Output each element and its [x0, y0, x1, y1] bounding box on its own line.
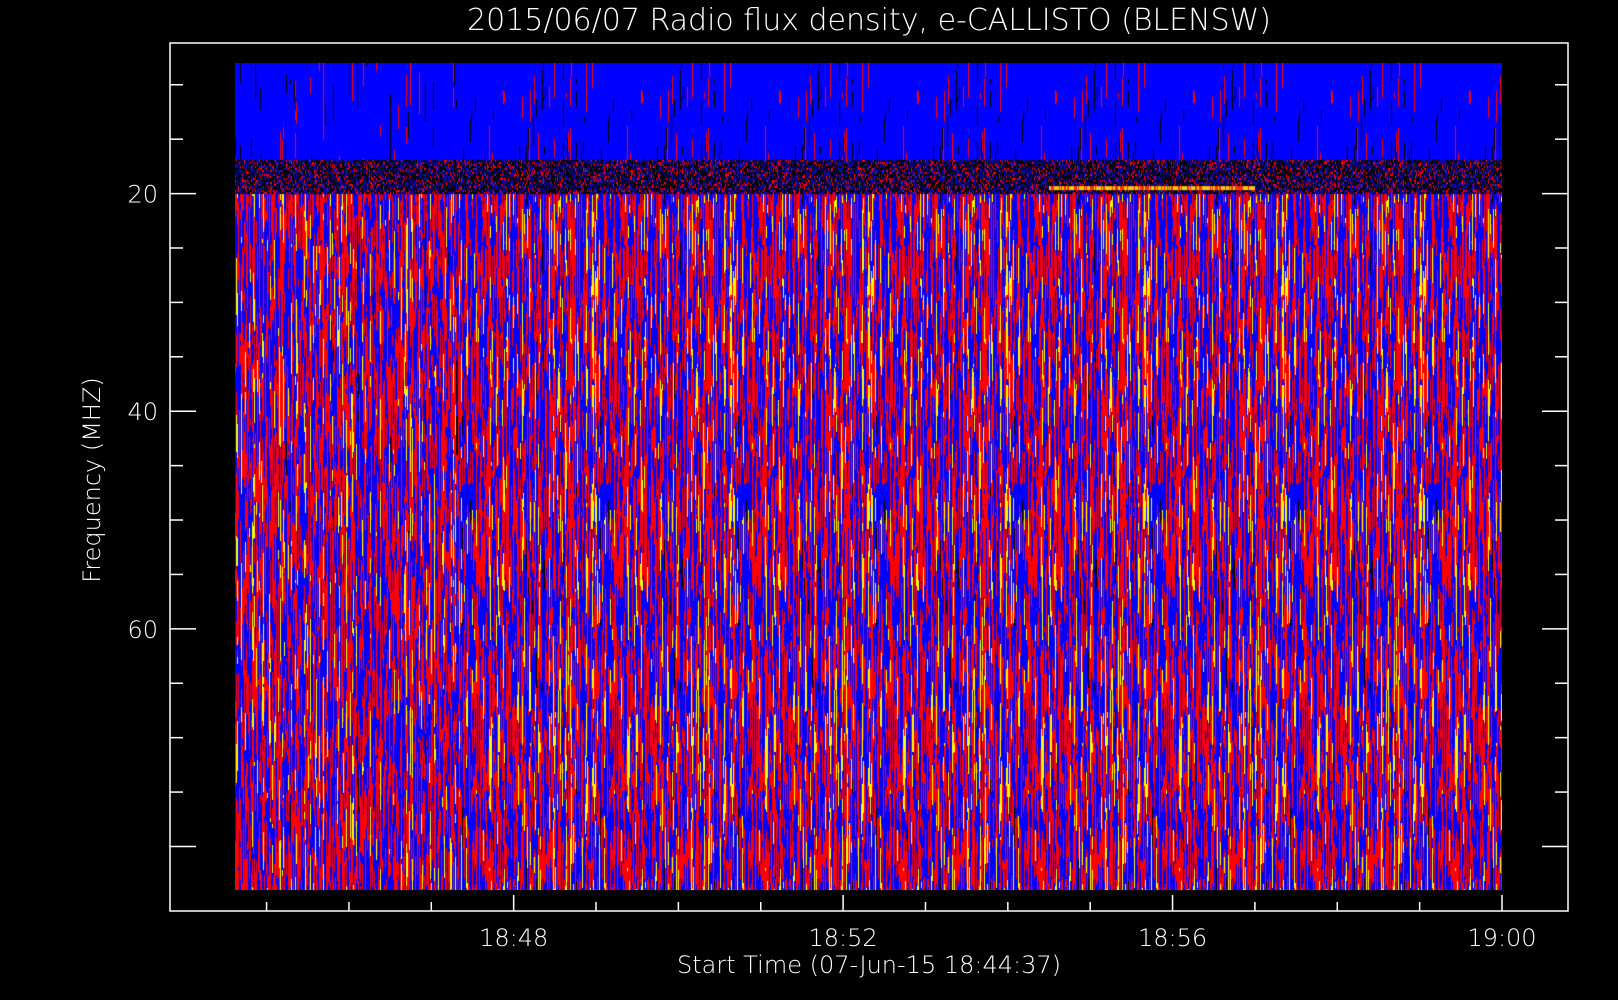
- chart-title: 2015/06/07 Radio flux density, e-CALLIST…: [467, 3, 1271, 38]
- spectrogram-chart: 2015/06/07 Radio flux density, e-CALLIST…: [0, 0, 1618, 1000]
- y-tick-label: 20: [127, 181, 158, 209]
- x-tick-label: 18:52: [809, 924, 878, 952]
- spectrogram-heatmap: [235, 63, 1502, 890]
- y-axis-title: Frequency (MHZ): [78, 377, 106, 583]
- spectrogram-image: [235, 63, 1502, 890]
- x-tick-label: 19:00: [1467, 924, 1536, 952]
- x-tick-label: 18:48: [479, 924, 548, 952]
- x-axis-title: Start Time (07-Jun-15 18:44:37): [677, 951, 1061, 979]
- x-tick-label: 18:56: [1138, 924, 1207, 952]
- y-tick-label: 40: [127, 398, 158, 426]
- y-tick-label: 60: [127, 616, 158, 644]
